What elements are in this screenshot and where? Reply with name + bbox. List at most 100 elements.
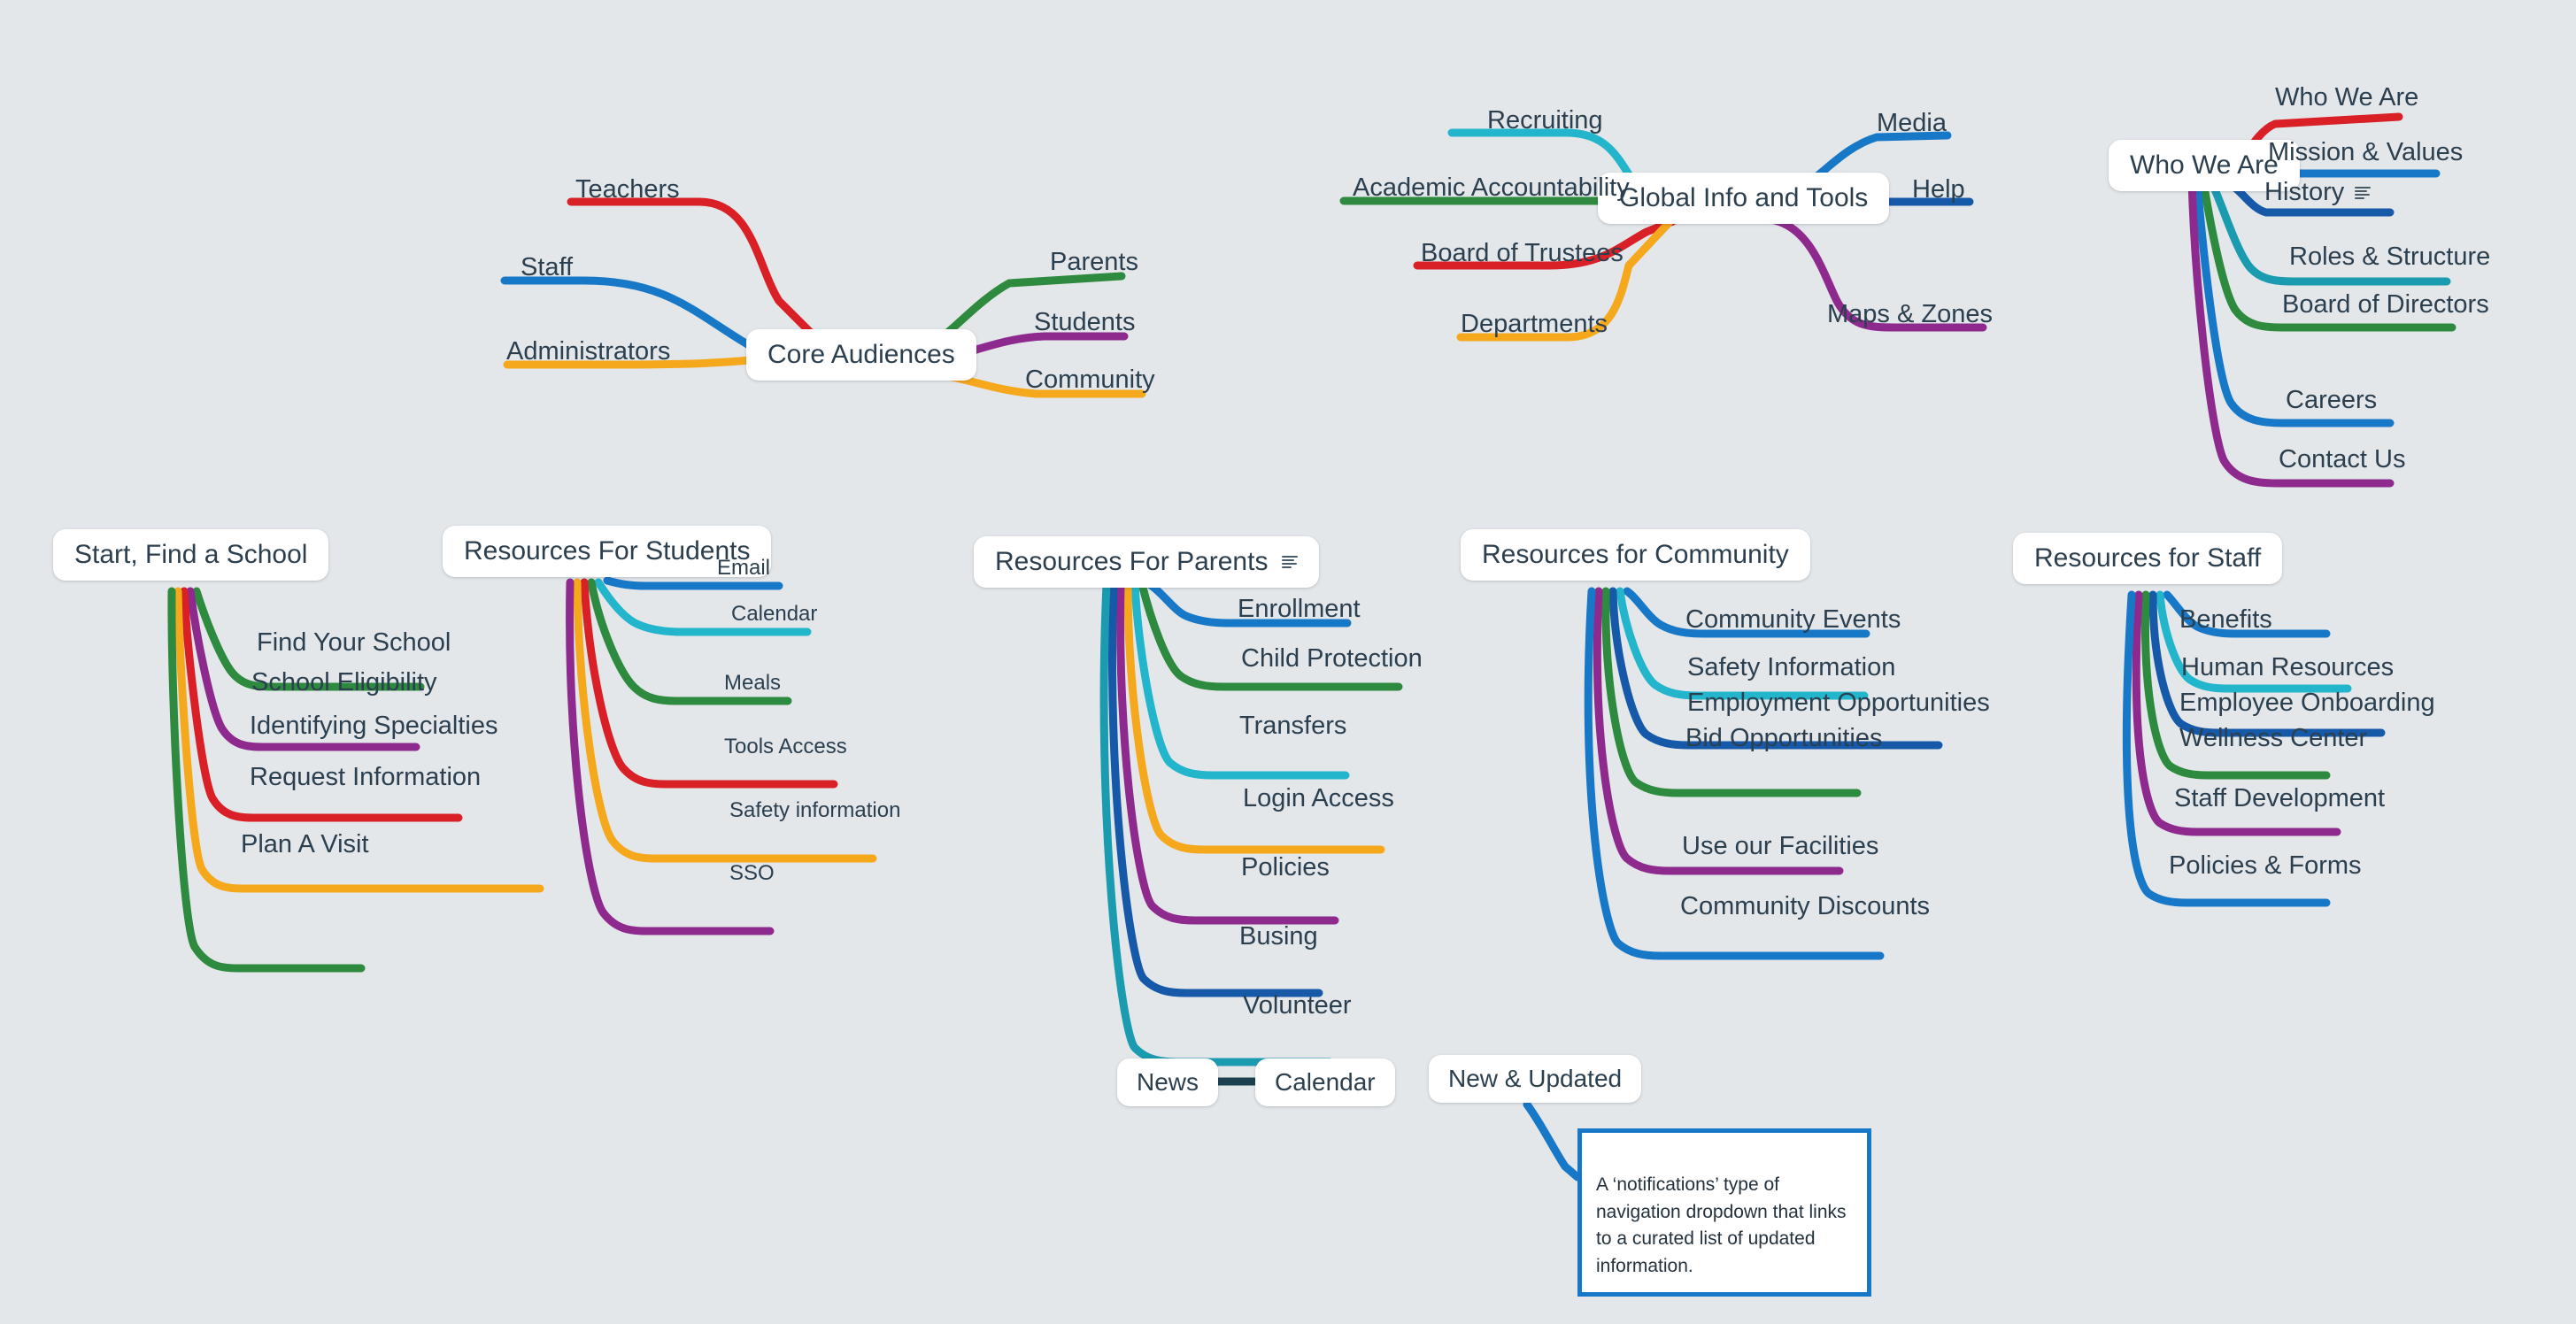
leaf-label: Plan A Visit (241, 830, 369, 858)
leaf-label: Identifying Specialties (250, 712, 498, 740)
leaf-sso[interactable]: SSO (729, 863, 775, 884)
leaf-label: School Eligibility (251, 668, 437, 697)
leaf-label: Recruiting (1487, 106, 1603, 135)
leaf-maps-and-zones[interactable]: Maps & Zones (1827, 302, 1993, 327)
leaf-roles-and-structure[interactable]: Roles & Structure (2289, 244, 2490, 270)
leaf-media[interactable]: Media (1877, 111, 1947, 136)
leaf-policies-and-forms[interactable]: Policies & Forms (2169, 853, 2362, 879)
leaf-label: Policies (1241, 853, 1330, 881)
node-new-and-updated[interactable]: New & Updated (1429, 1055, 1642, 1103)
node-calendar[interactable]: Calendar (1255, 1058, 1395, 1106)
leaf-label: Who We Are (2275, 83, 2419, 112)
leaf-employment-opportunities[interactable]: Employment Opportunities (1687, 690, 1990, 716)
node-resources-for-staff[interactable]: Resources for Staff (2013, 533, 2283, 584)
leaf-volunteer[interactable]: Volunteer (1243, 993, 1352, 1019)
leaf-label: Tools Access (724, 735, 847, 758)
leaf-busing[interactable]: Busing (1239, 924, 1318, 950)
node-label: Global Info and Tools (1619, 183, 1869, 212)
leaf-label: Contact Us (2279, 445, 2406, 473)
leaf-use-our-facilities[interactable]: Use our Facilities (1682, 834, 1878, 859)
leaf-community-events[interactable]: Community Events (1685, 607, 1901, 633)
leaf-request-information[interactable]: Request Information (250, 765, 481, 790)
mindmap-canvas: Core Audiences Teachers Staff Administra… (0, 0, 2576, 1324)
leaf-careers[interactable]: Careers (2286, 388, 2377, 413)
leaf-label: Administrators (506, 337, 671, 366)
leaf-label: Wellness Center (2179, 724, 2368, 752)
leaf-calendar-students[interactable]: Calendar (731, 604, 817, 625)
leaf-label: Roles & Structure (2289, 242, 2491, 271)
leaf-history[interactable]: History (2264, 180, 2372, 205)
leaf-departments[interactable]: Departments (1461, 312, 1608, 337)
leaf-label: Departments (1461, 310, 1608, 338)
leaf-tools-access[interactable]: Tools Access (724, 736, 847, 758)
leaf-label: Academic Accountability (1353, 173, 1630, 202)
leaf-email[interactable]: Email (717, 558, 770, 579)
leaf-transfers[interactable]: Transfers (1239, 713, 1346, 739)
leaf-benefits[interactable]: Benefits (2179, 607, 2272, 633)
node-label: News (1137, 1068, 1199, 1096)
leaf-community-discounts[interactable]: Community Discounts (1680, 894, 1930, 920)
leaf-safety-information-students[interactable]: Safety information (729, 800, 900, 821)
leaf-label: Use our Facilities (1682, 832, 1879, 860)
leaf-label: Benefits (2179, 605, 2272, 634)
leaf-board-of-trustees[interactable]: Board of Trustees (1421, 241, 1623, 266)
leaf-school-eligibility[interactable]: School Eligibility (251, 670, 437, 696)
node-resources-for-community[interactable]: Resources for Community (1461, 529, 1810, 581)
node-core-audiences[interactable]: Core Audiences (746, 329, 976, 381)
callout-new-and-updated: A ‘notifications’ type of navigation dro… (1577, 1128, 1871, 1297)
leaf-administrators[interactable]: Administrators (506, 339, 670, 365)
leaf-label: Teachers (575, 175, 680, 204)
leaf-label: Child Protection (1241, 644, 1423, 673)
leaf-staff-development[interactable]: Staff Development (2174, 786, 2385, 812)
leaf-label: Community Discounts (1680, 892, 1931, 920)
node-start-find-a-school[interactable]: Start, Find a School (53, 529, 329, 581)
leaf-parents[interactable]: Parents (1050, 250, 1138, 275)
leaf-label: Careers (2286, 386, 2378, 414)
leaf-board-of-directors[interactable]: Board of Directors (2282, 292, 2489, 318)
leaf-mission-and-values[interactable]: Mission & Values (2268, 140, 2463, 166)
leaf-human-resources[interactable]: Human Resources (2181, 655, 2394, 681)
leaf-label: SSO (729, 861, 775, 885)
leaf-employee-onboarding[interactable]: Employee Onboarding (2179, 690, 2435, 716)
node-resources-for-parents[interactable]: Resources For Parents (974, 536, 1320, 588)
leaf-label: Help (1912, 175, 1965, 204)
note-icon (1282, 555, 1299, 569)
node-news[interactable]: News (1117, 1058, 1219, 1106)
leaf-contact-us[interactable]: Contact Us (2279, 447, 2405, 473)
leaf-help[interactable]: Help (1912, 177, 1965, 203)
leaf-community[interactable]: Community (1025, 367, 1155, 393)
leaf-meals[interactable]: Meals (724, 673, 781, 694)
node-global-info-and-tools[interactable]: Global Info and Tools (1598, 173, 1890, 224)
leaf-students[interactable]: Students (1034, 310, 1135, 335)
leaf-find-your-school[interactable]: Find Your School (257, 630, 451, 656)
leaf-label: Calendar (731, 602, 818, 626)
leaf-enrollment[interactable]: Enrollment (1238, 597, 1361, 622)
leaf-login-access[interactable]: Login Access (1243, 786, 1394, 812)
leaf-recruiting[interactable]: Recruiting (1487, 108, 1603, 134)
leaf-staff[interactable]: Staff (521, 255, 573, 281)
leaf-label: Meals (724, 671, 782, 695)
leaf-label: Human Resources (2181, 653, 2395, 681)
leaf-label: Media (1877, 109, 1947, 137)
leaf-bid-opportunities[interactable]: Bid Opportunities (1685, 726, 1882, 751)
node-label: Resources for Community (1482, 540, 1789, 569)
leaf-academic-accountability[interactable]: Academic Accountability (1353, 175, 1630, 201)
node-label: Start, Find a School (74, 540, 308, 569)
leaf-label: Bid Opportunities (1685, 724, 1883, 752)
leaf-plan-a-visit[interactable]: Plan A Visit (241, 832, 369, 858)
note-icon (2355, 186, 2372, 200)
leaf-label: Request Information (250, 763, 482, 791)
leaf-teachers[interactable]: Teachers (575, 177, 680, 203)
leaf-label: Employee Onboarding (2179, 689, 2435, 717)
leaf-label: Login Access (1243, 784, 1394, 812)
leaf-policies[interactable]: Policies (1241, 855, 1330, 881)
leaf-wellness-center[interactable]: Wellness Center (2179, 726, 2367, 751)
leaf-label: Find Your School (257, 628, 451, 657)
leaf-label: Busing (1239, 922, 1318, 951)
callout-text: A ‘notifications’ type of navigation dro… (1596, 1174, 1847, 1276)
leaf-who-we-are[interactable]: Who We Are (2275, 85, 2418, 111)
connector-new-updated-callout (1523, 1100, 1582, 1182)
leaf-child-protection[interactable]: Child Protection (1241, 646, 1423, 672)
leaf-identifying-specialties[interactable]: Identifying Specialties (250, 713, 498, 739)
leaf-safety-information-community[interactable]: Safety Information (1687, 655, 1895, 681)
